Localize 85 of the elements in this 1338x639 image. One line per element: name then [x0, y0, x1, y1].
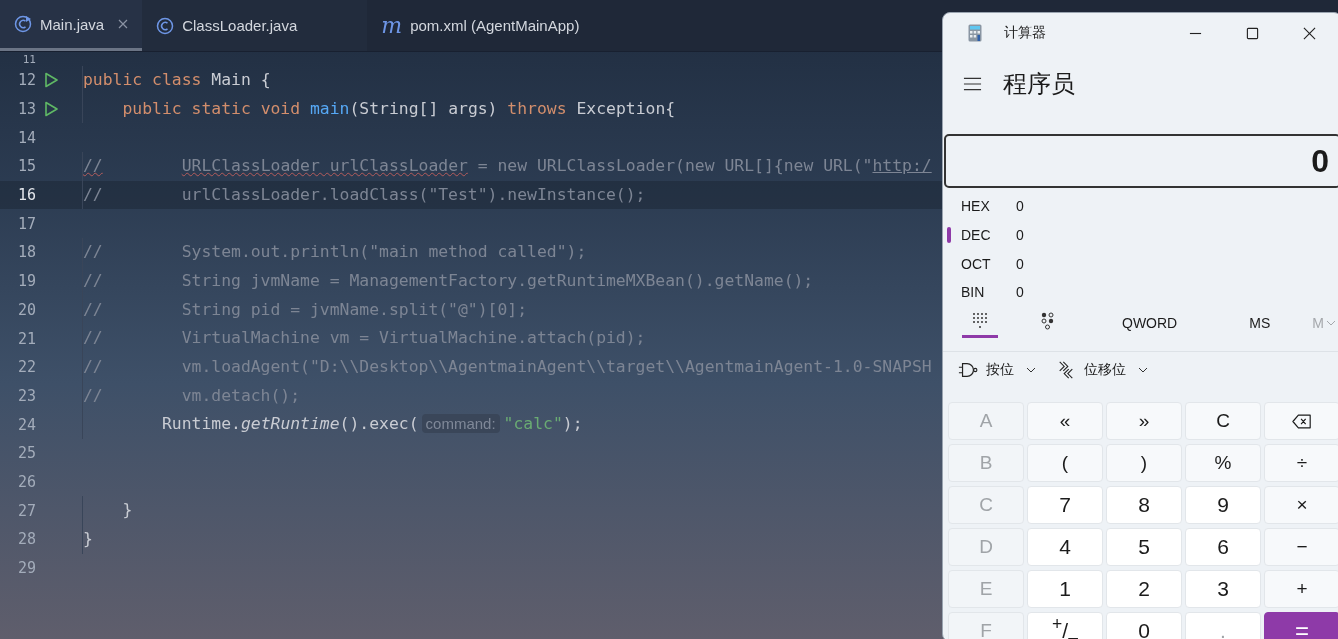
radix-row[interactable]: DEC 0 — [943, 220, 1338, 250]
calculator-key[interactable]: 4 — [1027, 527, 1103, 567]
line-number: 22 — [16, 358, 36, 377]
line-number: 11 — [21, 52, 36, 66]
result-display: 0 — [944, 134, 1338, 188]
line-number: 29 — [16, 559, 36, 578]
calculator-key[interactable]: 7 — [1027, 485, 1103, 525]
calculator-key[interactable]: 5 — [1106, 527, 1182, 567]
code-line: // VirtualMachine vm = VirtualMachine.attach(pid); — [82, 324, 646, 353]
code-line: // vm.detach(); — [82, 381, 301, 411]
calculator-key[interactable]: ) — [1106, 443, 1182, 483]
calculator-key[interactable]: 2 — [1106, 569, 1182, 609]
backspace-key[interactable] — [1264, 401, 1338, 441]
line-number: 17 — [16, 214, 36, 233]
calculator-key[interactable]: ÷ — [1264, 443, 1338, 483]
code-line: } — [82, 525, 93, 554]
calculator-key[interactable]: − — [1264, 527, 1338, 567]
file-tab[interactable]: ClassLoader.java — [142, 0, 368, 51]
calculator-key[interactable]: 1 — [1027, 569, 1103, 609]
run-icon[interactable] — [43, 101, 59, 118]
menu-icon[interactable] — [963, 77, 982, 91]
radix-row[interactable]: OCT 0 — [943, 249, 1338, 279]
file-tab[interactable]: m pom.xml (AgentMainApp) — [367, 0, 594, 51]
calculator-key[interactable]: 8 — [1106, 485, 1182, 525]
calculator-icon — [968, 24, 982, 42]
window-title: 计算器 — [1004, 24, 1046, 42]
calculator-key[interactable]: 6 — [1185, 527, 1261, 567]
memory-button[interactable]: MS — [1249, 314, 1271, 331]
line-number: 23 — [16, 386, 36, 405]
line-number: 27 — [16, 501, 36, 520]
calculator-key[interactable]: 9 — [1185, 485, 1261, 525]
line-number: 25 — [16, 444, 36, 463]
class-run-icon — [14, 15, 32, 33]
code-line: // System.out.println("main method called"); — [82, 238, 587, 267]
code-line: // URLClassLoader urlClassLoader = new URLClassLoader(new URL[]{new URL("http:/ — [82, 152, 932, 181]
line-number: 26 — [16, 472, 36, 491]
keypad-icon — [972, 312, 988, 331]
calculator-key[interactable]: 3 — [1185, 569, 1261, 609]
code-line: } — [82, 496, 133, 525]
line-number: 14 — [16, 128, 36, 147]
maven-icon: m — [381, 14, 403, 37]
code-line: // vm.loadAgent("D:\\Desktop\\AgentmainAgent\\target\\AgentmainAgent-1.0-SNAPSH — [82, 352, 932, 382]
line-number: 15 — [16, 157, 36, 176]
calculator-key[interactable]: 0 — [1106, 611, 1182, 639]
chevron-down-icon — [1026, 366, 1036, 373]
line-number: 21 — [16, 329, 36, 348]
line-number: 12 — [16, 71, 36, 90]
line-number: 24 — [16, 415, 36, 434]
code-line: // String jvmName = ManagementFactory.getRuntimeMXBean().getName(); — [82, 266, 814, 296]
line-number: 13 — [16, 100, 36, 119]
logic-gate-icon — [958, 360, 978, 379]
calculator-key[interactable]: $^{+}$/$_{–}$ — [1027, 611, 1103, 639]
double-chevron-icon — [1056, 360, 1076, 379]
code-line: // String pid = jvmName.split("@")[0]; — [82, 295, 528, 325]
bit-toggle-icon — [1040, 312, 1056, 331]
calculator-key[interactable]: » — [1106, 401, 1182, 441]
line-number: 20 — [16, 300, 36, 319]
file-tab[interactable]: Main.java — [0, 0, 143, 51]
line-number: 28 — [16, 530, 36, 549]
dropdown-button[interactable]: 位移位 — [1056, 360, 1148, 379]
calculator-key[interactable]: C — [1185, 401, 1261, 441]
line-number: 18 — [16, 243, 36, 262]
radix-row[interactable]: HEX 0 — [943, 192, 1338, 221]
calculator-key[interactable]: + — [1264, 569, 1338, 609]
calculator-key[interactable]: « — [1027, 401, 1103, 441]
code-line: public static void main(String[] args) throws Exception{ — [82, 94, 676, 124]
chevron-down-icon — [1138, 366, 1148, 373]
line-number: 16 — [16, 186, 36, 205]
mode-title: 程序员 — [1003, 69, 1075, 99]
run-icon[interactable] — [43, 72, 59, 89]
backspace-icon — [1292, 413, 1312, 429]
maximize-icon[interactable] — [1246, 26, 1259, 40]
calculator-key[interactable]: % — [1185, 443, 1261, 483]
code-line: // urlClassLoader.loadClass("Test").newInstance(); — [82, 180, 646, 210]
code-line: public class Main { — [82, 66, 271, 95]
close-icon[interactable] — [1303, 26, 1316, 40]
code-line: Runtime.getRuntime().exec( command: "calc"); — [82, 410, 583, 439]
class-icon — [156, 16, 175, 35]
radix-row[interactable]: BIN 0 — [943, 278, 1338, 307]
equals-key[interactable]: = — [1264, 611, 1338, 639]
dropdown-button[interactable]: 按位 — [958, 360, 1036, 379]
line-number: 19 — [16, 272, 36, 291]
calculator-key[interactable]: × — [1264, 485, 1338, 525]
calculator-key[interactable]: ( — [1027, 443, 1103, 483]
word-size-button[interactable]: QWORD — [1122, 314, 1178, 331]
